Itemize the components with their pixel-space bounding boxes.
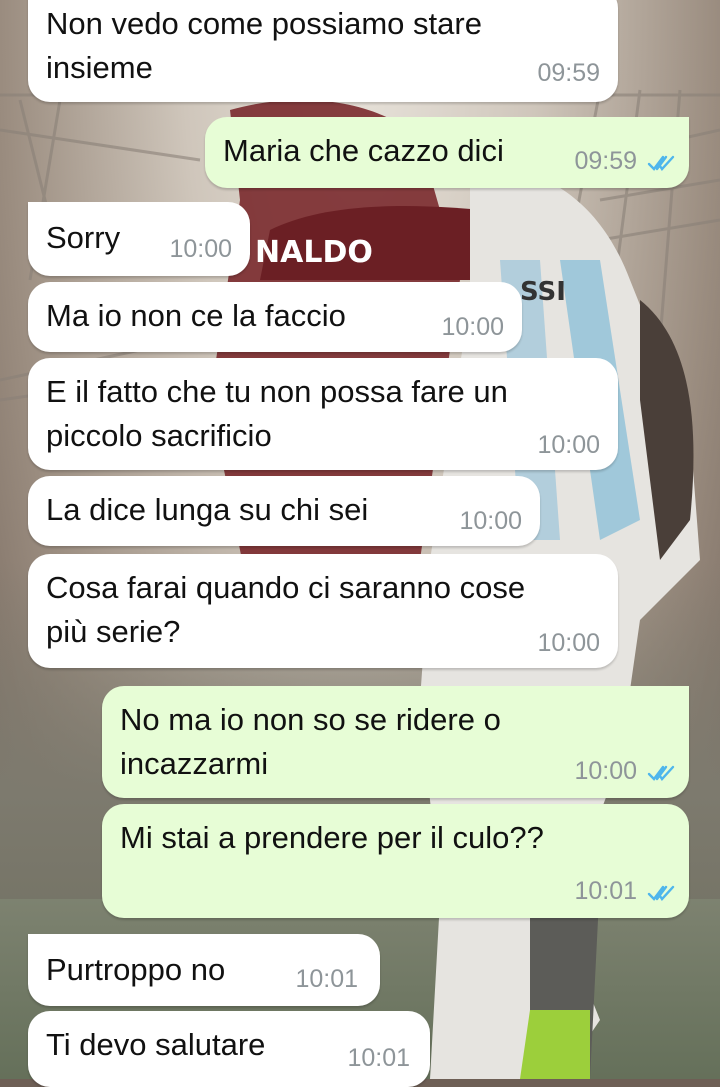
message-timestamp: 10:00: [169, 235, 232, 263]
message-text: Non vedo come possiamo stare: [46, 6, 482, 41]
message-text: Purtroppo no: [46, 952, 226, 987]
message-timestamp: 10:01: [574, 877, 637, 905]
message-bubble-incoming[interactable]: E il fatto che tu non possa fare un picc…: [28, 358, 618, 470]
message-text: Sorry: [46, 220, 121, 255]
message-bubble-incoming[interactable]: Cosa farai quando ci saranno cose più se…: [28, 554, 618, 668]
message-bubble-incoming[interactable]: Non vedo come possiamo stare insieme 09:…: [28, 0, 618, 102]
message-text: Ma io non ce la faccio: [46, 298, 346, 333]
message-text: piccolo sacrificio: [46, 418, 272, 453]
message-timestamp: 10:01: [347, 1044, 410, 1072]
message-bubble-incoming[interactable]: La dice lunga su chi sei 10:00: [28, 476, 540, 546]
message-text: più serie?: [46, 614, 181, 649]
message-timestamp: 10:00: [574, 757, 637, 785]
message-text: Ti devo salutare: [46, 1027, 266, 1062]
read-ticks-icon: [647, 765, 675, 781]
message-bubble-incoming[interactable]: Ti devo salutare 10:01: [28, 1011, 430, 1087]
message-timestamp: 09:59: [574, 147, 637, 175]
message-text: Mi stai a prendere per il culo??: [120, 820, 544, 855]
message-text: insieme: [46, 50, 153, 85]
read-ticks-icon: [647, 155, 675, 171]
message-bubble-outgoing[interactable]: No ma io non so se ridere o incazzarmi 1…: [102, 686, 689, 798]
message-timestamp: 10:00: [459, 507, 522, 535]
message-text: Cosa farai quando ci saranno cose: [46, 570, 526, 605]
chat-conversation[interactable]: Non vedo come possiamo stare insieme 09:…: [0, 0, 720, 1087]
message-timestamp: 09:59: [537, 59, 600, 87]
message-bubble-outgoing[interactable]: Mi stai a prendere per il culo?? 10:01: [102, 804, 689, 918]
message-bubble-incoming[interactable]: Sorry 10:00: [28, 202, 250, 276]
message-timestamp: 10:01: [295, 965, 358, 993]
message-text: E il fatto che tu non possa fare un: [46, 374, 508, 409]
message-timestamp: 10:00: [441, 313, 504, 341]
message-text: incazzarmi: [120, 746, 269, 781]
message-bubble-incoming[interactable]: Purtroppo no 10:01: [28, 934, 380, 1006]
message-text: No ma io non so se ridere o: [120, 702, 501, 737]
message-timestamp: 10:00: [537, 629, 600, 657]
message-bubble-outgoing[interactable]: Maria che cazzo dici 09:59: [205, 117, 689, 188]
read-ticks-icon: [647, 885, 675, 901]
message-bubble-incoming[interactable]: Ma io non ce la faccio 10:00: [28, 282, 522, 352]
message-text: Maria che cazzo dici: [223, 133, 504, 168]
message-timestamp: 10:00: [537, 431, 600, 459]
message-text: La dice lunga su chi sei: [46, 492, 369, 527]
